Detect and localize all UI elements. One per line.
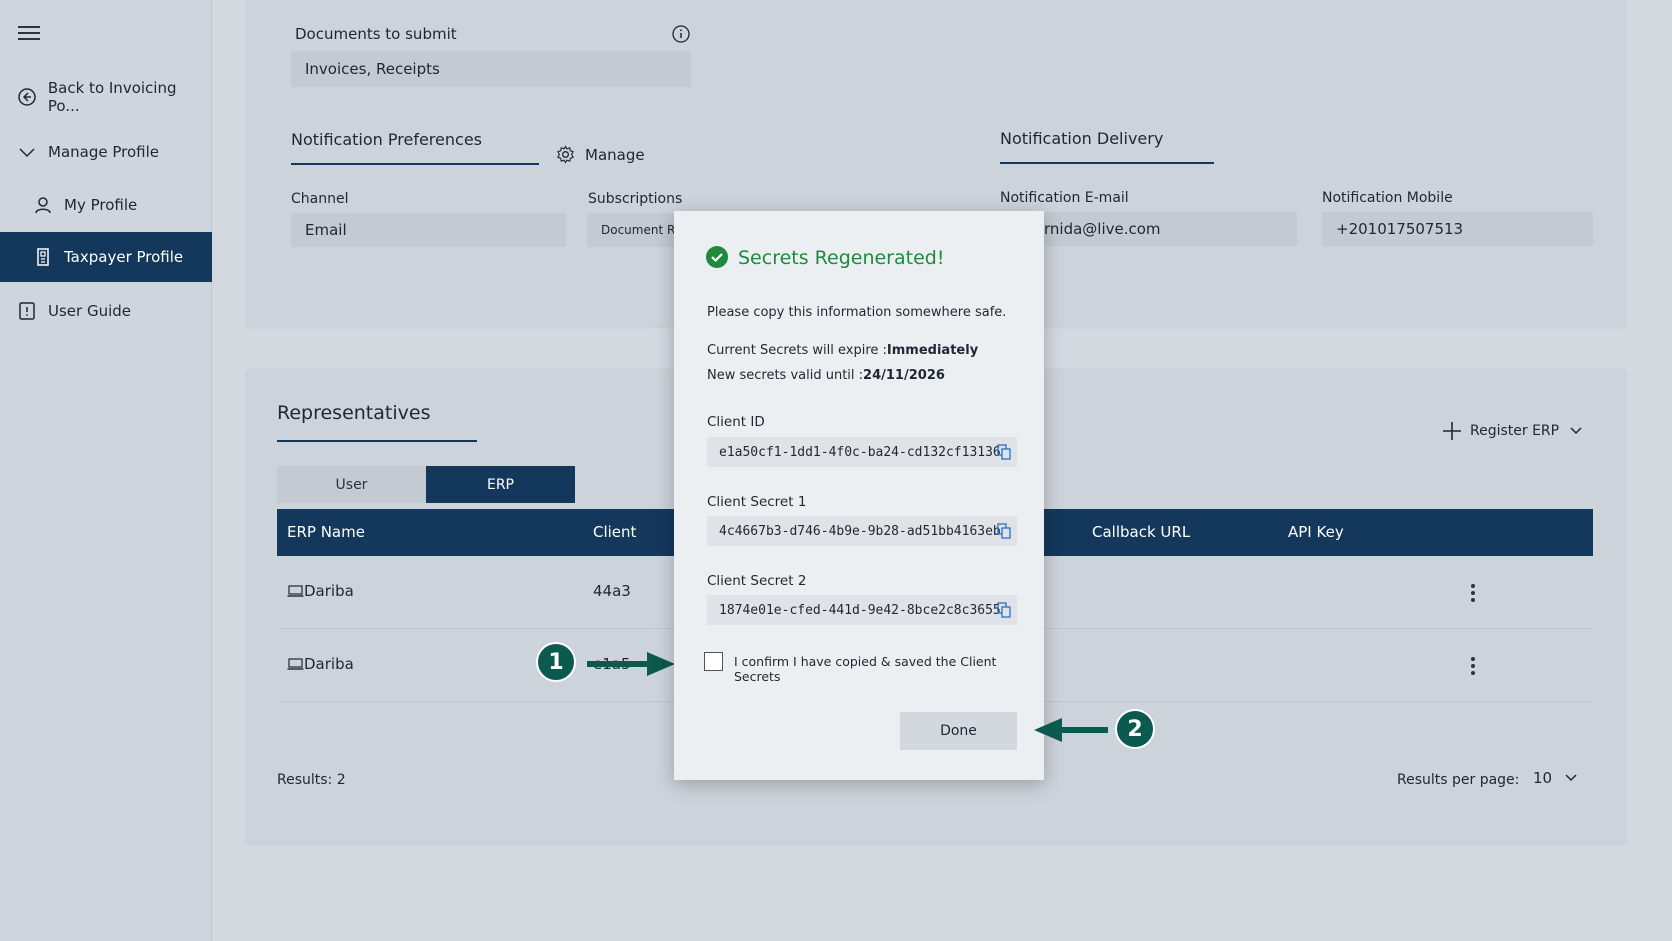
results-per-page-value: 10: [1533, 769, 1553, 787]
register-erp-label: Register ERP: [1470, 423, 1560, 439]
subscriptions-label: Subscriptions: [588, 191, 683, 207]
user-icon: [32, 194, 54, 216]
client-secret-2-label: Client Secret 2: [707, 573, 807, 589]
id-card-icon: [32, 246, 54, 268]
notification-delivery-title: Notification Delivery: [1000, 129, 1164, 148]
register-erp-button[interactable]: Register ERP: [1442, 421, 1583, 441]
tab-user[interactable]: User: [277, 466, 426, 503]
subscriptions-field: Document Rec: [587, 213, 675, 247]
client-id-label: Client ID: [707, 414, 765, 430]
expire-prefix: Current Secrets will expire :: [707, 343, 887, 358]
client-cell: 44a3: [593, 582, 631, 600]
client-secret-1-label: Client Secret 1: [707, 494, 807, 510]
arrow-left-circle-icon: [16, 86, 38, 108]
manage-label: Manage: [585, 145, 645, 164]
expire-line: Current Secrets will expire :Immediately: [707, 343, 978, 358]
gear-icon: [556, 145, 575, 164]
tab-erp[interactable]: ERP: [426, 466, 575, 503]
chevron-down-icon: [1569, 424, 1583, 438]
sidebar-item-my-profile[interactable]: My Profile: [0, 180, 212, 230]
client-secret-1-value: 4c4667b3-d746-4b9e-9b28-ad51bb4163eb: [719, 523, 1001, 539]
sidebar-item-label: User Guide: [48, 302, 132, 320]
section-underline: [277, 440, 477, 442]
more-options-icon[interactable]: [1471, 584, 1475, 602]
mobile-label: Notification Mobile: [1322, 190, 1453, 206]
valid-value: 24/11/2026: [863, 368, 945, 383]
laptop-icon: [287, 658, 304, 670]
annotation-marker-1: 1: [536, 642, 576, 682]
chevron-down-icon: [16, 141, 38, 163]
email-label: Notification E-mail: [1000, 190, 1129, 206]
column-header: ERP Name: [287, 523, 365, 541]
results-per-page-select[interactable]: 10: [1533, 769, 1578, 787]
annotation-marker-2: 2: [1115, 709, 1155, 749]
documents-field: Invoices, Receipts: [291, 51, 691, 87]
sidebar-item-label: My Profile: [64, 196, 138, 214]
annotation-arrow-right-icon: [587, 652, 675, 676]
channel-label: Channel: [291, 191, 349, 207]
client-id-value: e1a50cf1-1dd1-4f0c-ba24-cd132cf13136: [719, 444, 1001, 460]
erp-name-cell: Dariba: [287, 655, 354, 673]
copy-icon[interactable]: [997, 523, 1011, 539]
client-secret-1-field: 4c4667b3-d746-4b9e-9b28-ad51bb4163eb: [707, 516, 1017, 546]
column-header: API Key: [1288, 523, 1344, 541]
copy-icon[interactable]: [997, 444, 1011, 460]
erp-name-text: Dariba: [304, 655, 354, 673]
sidebar-item-taxpayer-profile[interactable]: Taxpayer Profile: [0, 232, 212, 282]
sidebar-item-label: Back to Invoicing Po...: [47, 79, 177, 115]
email-field: rnida@live.com: [1044, 212, 1297, 246]
plus-icon: [1442, 421, 1462, 441]
sidebar-item-manage-profile[interactable]: Manage Profile: [0, 127, 212, 177]
channel-field: Email: [291, 213, 566, 247]
dialog-instruction: Please copy this information somewhere s…: [707, 305, 1007, 320]
sidebar-item-label: Manage Profile: [48, 143, 159, 161]
more-options-icon[interactable]: [1471, 657, 1475, 675]
client-secret-2-field: 1874e01e-cfed-441d-9e42-8bce2c8c3655: [707, 595, 1017, 625]
valid-prefix: New secrets valid until :: [707, 368, 864, 383]
book-icon: [16, 300, 38, 322]
results-per-page-label: Results per page:: [1397, 772, 1520, 788]
chevron-down-icon: [1564, 771, 1578, 785]
copy-icon[interactable]: [997, 602, 1011, 618]
annotation-arrow-left-icon: [1034, 718, 1108, 742]
dialog-title: Secrets Regenerated!: [738, 247, 945, 269]
section-underline: [291, 163, 539, 165]
done-button[interactable]: Done: [900, 712, 1017, 750]
secrets-dialog: Secrets Regenerated! Please copy this in…: [674, 211, 1044, 780]
erp-name-cell: Dariba: [287, 582, 354, 600]
documents-label: Documents to submit: [295, 25, 457, 43]
laptop-icon: [287, 585, 304, 597]
section-underline: [1000, 162, 1214, 164]
expire-value: Immediately: [886, 343, 979, 358]
manage-button[interactable]: Manage: [556, 145, 645, 164]
representatives-title: Representatives: [277, 402, 431, 424]
sidebar-item-label: Taxpayer Profile: [64, 248, 184, 266]
valid-line: New secrets valid until :24/11/2026: [707, 368, 945, 383]
client-id-field: e1a50cf1-1dd1-4f0c-ba24-cd132cf13136: [707, 437, 1017, 467]
sidebar-item-user-guide[interactable]: User Guide: [0, 286, 212, 336]
confirm-checkbox[interactable]: [704, 652, 723, 671]
hamburger-menu-icon[interactable]: [18, 26, 40, 42]
check-circle-icon: [706, 246, 728, 268]
sidebar-item-back[interactable]: Back to Invoicing Po...: [0, 72, 212, 122]
mobile-field: +201017507513: [1322, 212, 1593, 246]
erp-name-text: Dariba: [304, 582, 354, 600]
info-icon[interactable]: [672, 25, 690, 47]
client-secret-2-value: 1874e01e-cfed-441d-9e42-8bce2c8c3655: [719, 602, 1001, 618]
column-header: Client: [593, 523, 637, 541]
results-count: Results: 2: [277, 772, 346, 788]
column-header: Callback URL: [1092, 523, 1191, 541]
confirm-label: I confirm I have copied & saved the Clie…: [734, 654, 997, 684]
notification-preferences-title: Notification Preferences: [291, 130, 482, 149]
sidebar: Back to Invoicing Po... Manage Profile M…: [0, 0, 212, 941]
